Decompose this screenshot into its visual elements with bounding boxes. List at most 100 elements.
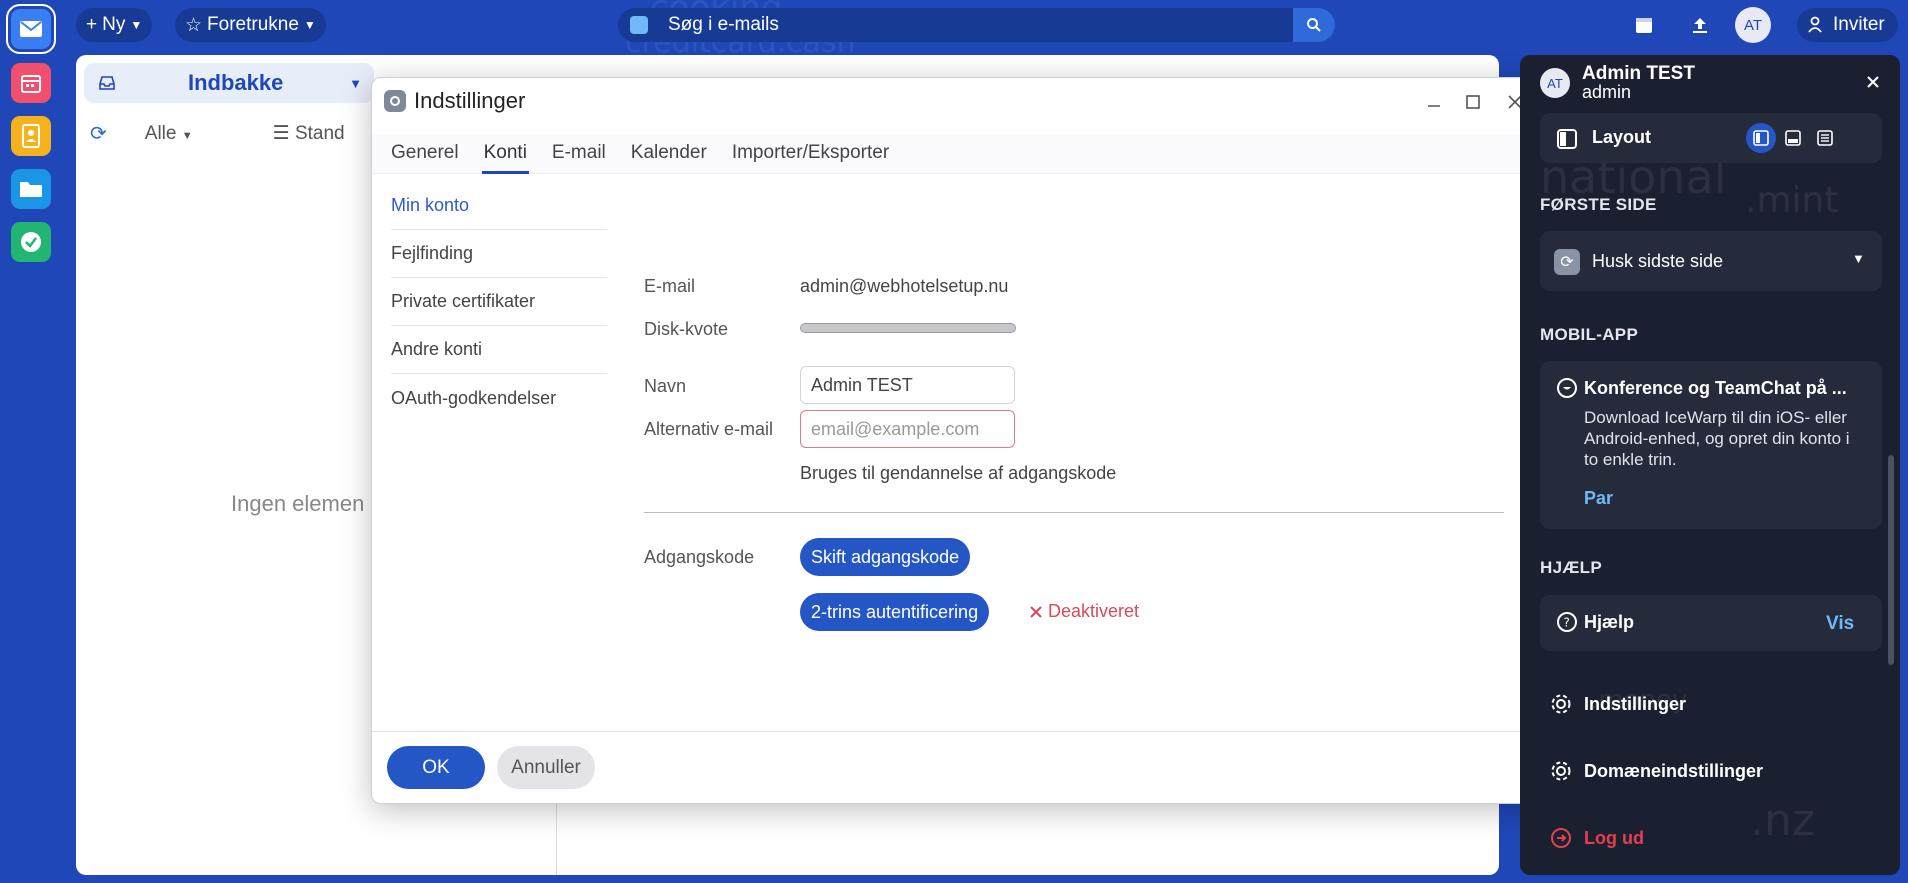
layout-icon	[1557, 129, 1577, 149]
user-avatar[interactable]: AT	[1735, 7, 1771, 43]
profile-panel: national .mint .money .nz AT Admin TEST …	[1520, 55, 1900, 875]
first-page-dropdown[interactable]: ⟳ Husk sidste side ▼	[1540, 231, 1882, 291]
heart-chat-icon	[1557, 378, 1577, 398]
accounts-nav: Min konto Fejlfinding Private certifikat…	[391, 182, 607, 422]
first-page-value: Husk sidste side	[1592, 251, 1724, 271]
x-icon	[1030, 605, 1042, 618]
two-factor-button[interactable]: 2-trins autentificering	[800, 593, 990, 631]
alt-email-label: Alternativ e-mail	[644, 419, 774, 439]
nav-private-certificates[interactable]: Private certifikater	[391, 278, 607, 326]
panel-scrollbar[interactable]	[1888, 455, 1894, 665]
dialog-footer: OK Annuller	[372, 731, 1541, 803]
profile-header: AT Admin TEST admin	[1520, 55, 1900, 105]
contacts-app-icon[interactable]	[11, 116, 51, 156]
alt-email-hint: Bruges til gendannelse af adgangskode	[800, 463, 1117, 483]
mail-search-scope-icon[interactable]	[630, 16, 648, 34]
mail-app-icon[interactable]	[6, 4, 56, 54]
tab-import-export[interactable]: Importer/Eksporter	[732, 134, 901, 174]
profile-avatar: AT	[1540, 68, 1570, 98]
chevron-down-icon: ▼	[303, 18, 316, 32]
nav-troubleshooting[interactable]: Fejlfinding	[391, 230, 607, 278]
search-icon	[1307, 18, 1321, 32]
folder-name: Indbakke	[188, 70, 284, 95]
favorites-button[interactable]: ☆ Foretrukne ▼	[175, 8, 326, 42]
cancel-button[interactable]: Annuller	[497, 746, 595, 789]
tab-calendar[interactable]: Kalender	[631, 134, 719, 174]
minimize-icon	[1428, 105, 1440, 107]
name-label: Navn	[644, 376, 687, 396]
help-icon: ?	[1557, 612, 1577, 632]
logout-menu-item[interactable]: Log ud	[1550, 827, 1644, 849]
help-section-title: HJÆLP	[1540, 558, 1602, 577]
folder-selector[interactable]: Indbakke ▼	[84, 63, 374, 103]
maximize-button[interactable]	[1461, 90, 1485, 114]
refresh-icon[interactable]: ⟳	[90, 121, 107, 146]
tab-email[interactable]: E-mail	[552, 134, 618, 174]
two-factor-status: Deaktiveret	[1029, 601, 1139, 622]
search-bar[interactable]: Søg i e-mails	[618, 8, 1335, 42]
maximize-icon	[1466, 95, 1480, 109]
empty-list-text: Ingen elemen	[231, 491, 365, 516]
chevron-down-icon: ▼	[130, 18, 143, 32]
new-button[interactable]: + Ny ▼	[76, 8, 153, 42]
layout-horizontal-icon	[1785, 130, 1801, 146]
calendar-shortcut-icon[interactable]	[1626, 7, 1662, 43]
name-field[interactable]	[800, 366, 1015, 404]
mobile-app-card: Konference og TeamChat på ... Download I…	[1540, 361, 1882, 529]
inbox-icon	[99, 76, 115, 90]
calendar-app-icon[interactable]	[11, 63, 51, 103]
logout-label: Log ud	[1584, 827, 1644, 848]
layout-horizontal-option[interactable]	[1778, 123, 1808, 153]
background-decoration: .nz	[1750, 795, 1815, 846]
filter-dropdown[interactable]: Alle ▼	[145, 123, 193, 145]
nav-other-accounts[interactable]: Andre konti	[391, 326, 607, 374]
close-icon	[1867, 76, 1879, 88]
layout-vertical-option[interactable]	[1746, 123, 1776, 153]
settings-tabs: Generel Konti E-mail Kalender Importer/E…	[372, 134, 1541, 174]
change-password-button[interactable]: Skift adgangskode	[800, 538, 971, 576]
layout-list-option[interactable]	[1810, 123, 1840, 153]
form-divider	[644, 512, 1504, 513]
close-panel-button[interactable]	[1860, 69, 1886, 95]
layout-list-icon	[1817, 130, 1833, 146]
nav-my-account[interactable]: Min konto	[391, 182, 607, 230]
background-decoration: .mint	[1745, 180, 1839, 221]
quota-label: Disk-kvote	[644, 319, 729, 339]
email-value: admin@webhotelsetup.nu	[800, 276, 1009, 296]
first-page-section-title: FØRSTE SIDE	[1540, 195, 1657, 214]
gear-icon	[1551, 761, 1571, 781]
star-icon: ☆	[185, 14, 203, 36]
files-app-icon[interactable]	[11, 169, 51, 209]
settings-menu-label: Indstillinger	[1584, 693, 1687, 714]
search-button[interactable]	[1293, 8, 1335, 42]
invite-button[interactable]: Inviter	[1797, 8, 1898, 42]
pair-link[interactable]: Par	[1584, 488, 1613, 509]
settings-menu-item[interactable]: Indstillinger	[1550, 693, 1686, 715]
tab-general[interactable]: Generel	[391, 134, 471, 174]
layout-vertical-icon	[1753, 130, 1769, 146]
nav-oauth-approvals[interactable]: OAuth-godkendelser	[391, 374, 607, 422]
view-selector[interactable]: ☰ Stand	[273, 122, 345, 145]
mobile-app-title: Konference og TeamChat på ...	[1584, 378, 1847, 398]
help-card: ? Hjælp Vis	[1540, 595, 1882, 651]
chevron-down-icon: ▼	[1852, 251, 1865, 266]
mobile-app-section-title: MOBIL-APP	[1540, 325, 1639, 344]
upload-icon[interactable]	[1682, 7, 1718, 43]
tab-accounts[interactable]: Konti	[481, 134, 539, 174]
settings-dialog: Indstillinger Generel Konti E-mail Kalen…	[371, 77, 1542, 804]
domain-settings-menu-item[interactable]: Domæneindstillinger	[1550, 760, 1763, 782]
chevron-down-icon: ▼	[349, 75, 362, 91]
minimize-button[interactable]	[1422, 90, 1446, 114]
mobile-app-description: Download IceWarp til din iOS- eller Andr…	[1584, 408, 1850, 469]
domain-settings-menu-label: Domæneindstillinger	[1584, 760, 1764, 781]
dialog-header: Indstillinger	[372, 78, 1541, 124]
mail-filter-row: ⟳ Alle ▼ ☰ Stand	[90, 121, 345, 146]
search-input[interactable]: Søg i e-mails	[668, 14, 1293, 36]
tasks-app-icon[interactable]	[11, 222, 51, 262]
ok-button[interactable]: OK	[387, 746, 485, 789]
gear-icon	[1551, 694, 1571, 714]
help-view-link[interactable]: Vis	[1826, 613, 1854, 635]
filter-label: Alle	[144, 122, 177, 144]
alt-email-field[interactable]	[800, 410, 1015, 448]
svg-text:?: ?	[1564, 616, 1570, 630]
